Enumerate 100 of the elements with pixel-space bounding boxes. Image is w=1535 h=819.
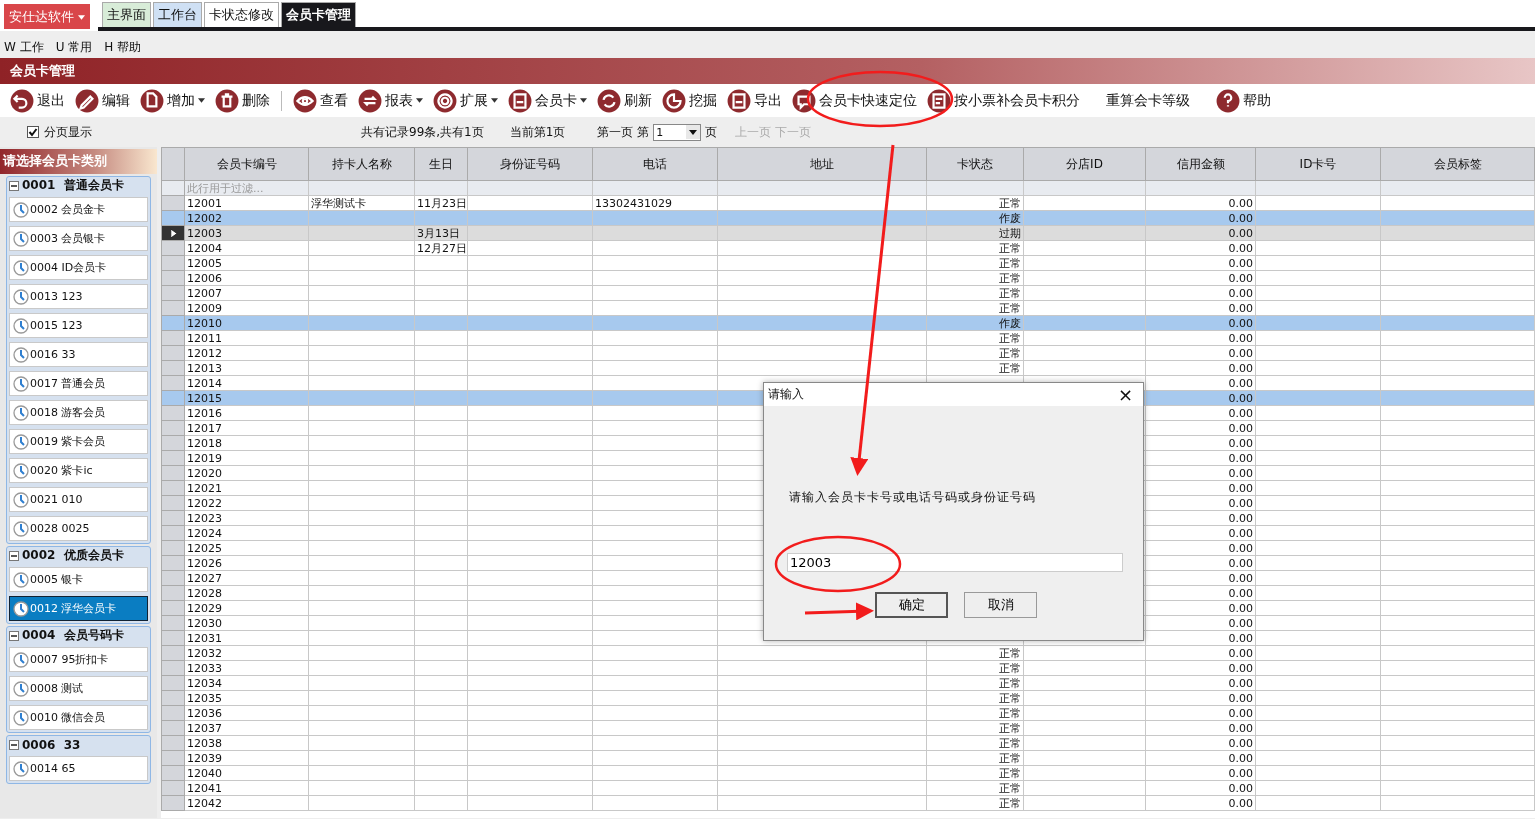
column-header[interactable]: 信用金额 <box>1145 147 1256 181</box>
category-item[interactable]: 0015 123 <box>9 313 148 338</box>
category-item[interactable]: 0004 ID会员卡 <box>9 255 148 280</box>
toolbar-button[interactable]: 删除 <box>213 88 272 113</box>
table-cell: 正常 <box>999 736 1021 750</box>
category-item[interactable]: 0003 会员银卡 <box>9 226 148 251</box>
category-item[interactable]: 0010 微信会员 <box>9 705 148 730</box>
collapse-icon[interactable] <box>9 630 19 641</box>
card-icon <box>727 88 751 113</box>
category-item[interactable]: 0012 浮华会员卡 <box>9 596 148 621</box>
first-page-link[interactable]: 第一页 <box>597 123 634 141</box>
checkbox-label[interactable]: 分页显示 <box>44 123 92 141</box>
category-item[interactable]: 0017 普通会员 <box>9 371 148 396</box>
collapse-icon[interactable] <box>9 180 19 191</box>
column-header[interactable]: 电话 <box>592 147 718 181</box>
table-cell: 12026 <box>187 556 222 570</box>
toolbar-button[interactable]: 导出 <box>725 88 784 113</box>
table-cell: 正常 <box>999 196 1021 210</box>
category-item[interactable]: 0019 紫卡会员 <box>9 429 148 454</box>
tab[interactable]: 卡状态修改 <box>204 2 279 27</box>
toolbar-button[interactable]: 增加 <box>138 88 207 113</box>
column-header[interactable]: 持卡人名称 <box>308 147 415 181</box>
column-header[interactable]: ID卡号 <box>1255 147 1381 181</box>
category-item[interactable]: 0005 银卡 <box>9 567 148 592</box>
group-header[interactable]: 0006 33 <box>9 737 148 752</box>
category-item[interactable]: 0008 测试 <box>9 676 148 701</box>
dialog-button[interactable]: 确定 <box>875 592 948 618</box>
table-cell: 0.00 <box>1228 466 1253 480</box>
table-cell: 0.00 <box>1228 376 1253 390</box>
table-cell: 12027 <box>187 571 222 585</box>
app-menu-button[interactable]: 安仕达软件 <box>4 4 90 29</box>
group-header[interactable]: 0004 会员号码卡 <box>9 628 148 643</box>
category-item[interactable]: 0028 0025 <box>9 516 148 541</box>
page-dropdown[interactable]: 1 <box>653 123 702 141</box>
toolbar-button[interactable]: 扩展 <box>431 88 500 113</box>
close-button[interactable]: × <box>1111 384 1139 405</box>
table-cell: 12025 <box>187 541 222 555</box>
clock-icon <box>13 201 29 218</box>
menu-item[interactable]: W 工作 <box>4 39 44 56</box>
table-cell: 0.00 <box>1228 586 1253 600</box>
toolbar-button[interactable]: 编辑 <box>73 88 132 113</box>
toolbar-button[interactable]: 退出 <box>8 88 67 113</box>
clock-icon <box>13 462 29 479</box>
menu-item[interactable]: H 帮助 <box>104 39 142 56</box>
paged-checkbox[interactable] <box>27 126 39 138</box>
category-item[interactable]: 0013 123 <box>9 284 148 309</box>
toolbar-button[interactable]: 会员卡 <box>506 88 589 113</box>
category-item[interactable]: 0016 33 <box>9 342 148 367</box>
toolbar-button[interactable]: 报表 <box>356 88 425 113</box>
clock-icon <box>13 709 29 726</box>
table-cell: 12039 <box>187 751 222 765</box>
chat-icon <box>792 88 816 113</box>
toolbar-button[interactable]: 会员卡快速定位 <box>790 88 919 113</box>
table-cell: 12009 <box>187 301 222 315</box>
category-item[interactable]: 0002 会员金卡 <box>9 197 148 222</box>
table-cell: 0.00 <box>1228 271 1253 285</box>
tab[interactable]: 会员卡管理 <box>281 2 356 27</box>
toolbar-button[interactable]: 按小票补会员卡积分 <box>925 88 1082 113</box>
column-header[interactable]: 会员标签 <box>1380 147 1535 181</box>
column-header[interactable]: 生日 <box>414 147 468 181</box>
receipt-icon <box>927 88 951 113</box>
column-header[interactable]: 会员卡编号 <box>184 147 309 181</box>
tab[interactable]: 工作台 <box>153 2 202 27</box>
toolbar-button[interactable]: 帮助 <box>1214 88 1273 113</box>
menu-item[interactable]: U 常用 <box>55 39 93 56</box>
table-cell: 12021 <box>187 481 222 495</box>
category-item[interactable]: 0021 010 <box>9 487 148 512</box>
table-cell: 0.00 <box>1228 766 1253 780</box>
category-item[interactable]: 0007 95折扣卡 <box>9 647 148 672</box>
table-cell: 0.00 <box>1228 541 1253 555</box>
toolbar-button[interactable]: 查看 <box>291 88 350 113</box>
tab[interactable]: 主界面 <box>102 2 151 27</box>
record-summary: 共有记录99条,共有1页 <box>361 123 484 141</box>
toolbar-button[interactable]: 刷新 <box>595 88 654 113</box>
clock-icon <box>13 230 29 247</box>
collapse-icon[interactable] <box>9 550 19 561</box>
column-header[interactable]: 身份证号码 <box>467 147 593 181</box>
toolbar-button[interactable]: 重算会卡等级 <box>1088 91 1208 110</box>
caret-icon <box>686 125 701 139</box>
category-item[interactable]: 0020 紫卡ic <box>9 458 148 483</box>
table-cell: 12036 <box>187 706 222 720</box>
table-cell: 0.00 <box>1228 241 1253 255</box>
column-header[interactable]: 卡状态 <box>926 147 1024 181</box>
group-header[interactable]: 0001 普通会员卡 <box>9 178 148 193</box>
column-header[interactable]: 分店ID <box>1023 147 1146 181</box>
table-cell: 0.00 <box>1228 406 1253 420</box>
toolbar-button[interactable]: 挖掘 <box>660 88 719 113</box>
group-header[interactable]: 0002 优质会员卡 <box>9 548 148 563</box>
input-field[interactable]: 12003 <box>787 553 1123 572</box>
table-cell: 正常 <box>999 661 1021 675</box>
pencil-icon <box>75 88 99 113</box>
clock-icon <box>13 259 29 276</box>
column-header[interactable]: 地址 <box>717 147 927 181</box>
category-item[interactable]: 0018 游客会员 <box>9 400 148 425</box>
table-cell: 0.00 <box>1228 511 1253 525</box>
table-cell: 0.00 <box>1228 676 1253 690</box>
dialog-button[interactable]: 取消 <box>964 592 1037 618</box>
category-item[interactable]: 0014 65 <box>9 756 148 781</box>
collapse-icon[interactable] <box>9 739 19 750</box>
panel-title: 会员卡管理 <box>10 62 75 80</box>
